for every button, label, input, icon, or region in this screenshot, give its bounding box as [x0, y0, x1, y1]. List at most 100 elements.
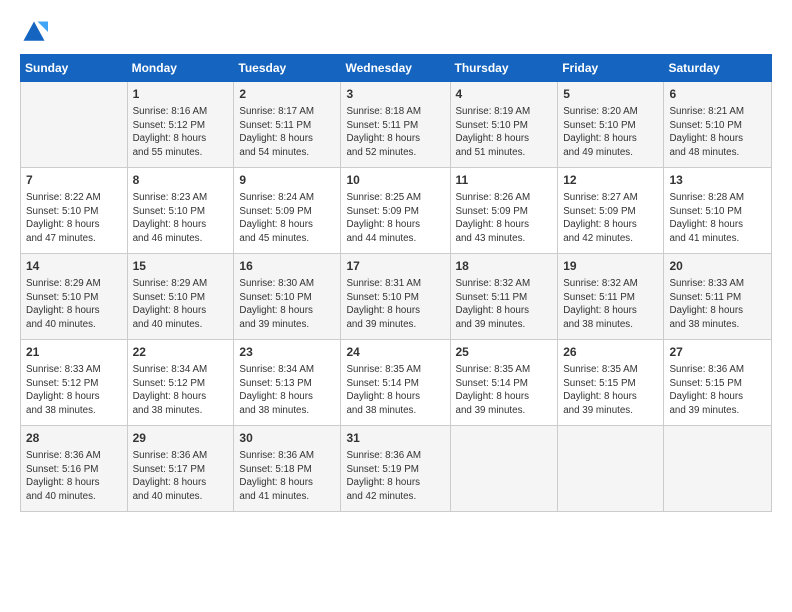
logo — [20, 18, 52, 46]
table-row: 16 Sunrise: 8:30 AMSunset: 5:10 PMDayligh… — [234, 254, 341, 340]
cell-content: Sunrise: 8:35 AMSunset: 5:14 PMDaylight:… — [456, 363, 553, 418]
table-row: 2 Sunrise: 8:17 AMSunset: 5:11 PMDaylight… — [234, 82, 341, 168]
day-number: 31 — [346, 430, 444, 447]
table-row: 29Sunrise: 8:36 AMSunset: 5:17 PMDayligh… — [127, 426, 234, 512]
page-container: SundayMondayTuesdayWednesdayThursdayFrid… — [0, 0, 792, 524]
table-row — [664, 426, 772, 512]
day-number: 30 — [239, 430, 335, 447]
table-row: 18Sunrise: 8:32 AMSunset: 5:11 PMDayligh… — [450, 254, 558, 340]
day-number: 26 — [563, 344, 658, 361]
table-row: 12 Sunrise: 8:27 AMSunset: 5:09 PMDayligh… — [558, 168, 664, 254]
day-number: 11 — [456, 172, 553, 189]
cell-content: Sunrise: 8:36 AMSunset: 5:18 PMDaylight:… — [239, 449, 335, 504]
table-row: 11 Sunrise: 8:26 AMSunset: 5:09 PMDayligh… — [450, 168, 558, 254]
table-row: 20 Sunrise: 8:33 AMSunset: 5:11 PMDayligh… — [664, 254, 772, 340]
table-row: 5 Sunrise: 8:20 AMSunset: 5:10 PMDaylight… — [558, 82, 664, 168]
day-number: 19 — [563, 258, 658, 275]
calendar-header: SundayMondayTuesdayWednesdayThursdayFrid… — [21, 55, 772, 82]
day-number: 18 — [456, 258, 553, 275]
header-day-thursday: Thursday — [450, 55, 558, 82]
table-row: 6 Sunrise: 8:21 AMSunset: 5:10 PMDaylight… — [664, 82, 772, 168]
day-number: 17 — [346, 258, 444, 275]
table-row: 22Sunrise: 8:34 AMSunset: 5:12 PMDayligh… — [127, 340, 234, 426]
day-number: 14 — [26, 258, 122, 275]
table-row: 9Sunrise: 8:24 AMSunset: 5:09 PMDaylight… — [234, 168, 341, 254]
cell-content: Sunrise: 8:29 AMSunset: 5:10 PMDaylight:… — [133, 277, 229, 332]
table-row: 24Sunrise: 8:35 AMSunset: 5:14 PMDayligh… — [341, 340, 450, 426]
cell-content: Sunrise: 8:23 AMSunset: 5:10 PMDaylight:… — [133, 191, 229, 246]
cell-content: Sunrise: 8:21 AMSunset: 5:10 PMDaylight:… — [669, 105, 766, 160]
header-day-sunday: Sunday — [21, 55, 128, 82]
day-number: 27 — [669, 344, 766, 361]
day-number: 3 — [346, 86, 444, 103]
table-row: 23Sunrise: 8:34 AMSunset: 5:13 PMDayligh… — [234, 340, 341, 426]
table-row: 8 Sunrise: 8:23 AMSunset: 5:10 PMDaylight… — [127, 168, 234, 254]
day-number: 22 — [133, 344, 229, 361]
cell-content: Sunrise: 8:29 AMSunset: 5:10 PMDaylight:… — [26, 277, 122, 332]
cell-content: Sunrise: 8:26 AMSunset: 5:09 PMDaylight:… — [456, 191, 553, 246]
day-number: 2 — [239, 86, 335, 103]
table-row: 13Sunrise: 8:28 AMSunset: 5:10 PMDayligh… — [664, 168, 772, 254]
day-number: 7 — [26, 172, 122, 189]
day-number: 4 — [456, 86, 553, 103]
day-number: 9 — [239, 172, 335, 189]
cell-content: Sunrise: 8:33 AMSunset: 5:11 PMDaylight:… — [669, 277, 766, 332]
table-row: 21 Sunrise: 8:33 AMSunset: 5:12 PMDayligh… — [21, 340, 128, 426]
cell-content: Sunrise: 8:36 AMSunset: 5:15 PMDaylight:… — [669, 363, 766, 418]
header-day-friday: Friday — [558, 55, 664, 82]
table-row: 4 Sunrise: 8:19 AMSunset: 5:10 PMDaylight… — [450, 82, 558, 168]
cell-content: Sunrise: 8:19 AMSunset: 5:10 PMDaylight:… — [456, 105, 553, 160]
table-row: 27 Sunrise: 8:36 AMSunset: 5:15 PMDayligh… — [664, 340, 772, 426]
cell-content: Sunrise: 8:31 AMSunset: 5:10 PMDaylight:… — [346, 277, 444, 332]
header-row: SundayMondayTuesdayWednesdayThursdayFrid… — [21, 55, 772, 82]
cell-content: Sunrise: 8:35 AMSunset: 5:15 PMDaylight:… — [563, 363, 658, 418]
day-number: 13 — [669, 172, 766, 189]
day-number: 28 — [26, 430, 122, 447]
table-row: 28Sunrise: 8:36 AMSunset: 5:16 PMDayligh… — [21, 426, 128, 512]
table-row: 17 Sunrise: 8:31 AMSunset: 5:10 PMDayligh… — [341, 254, 450, 340]
calendar-table: SundayMondayTuesdayWednesdayThursdayFrid… — [20, 54, 772, 512]
table-row: 7 Sunrise: 8:22 AMSunset: 5:10 PMDaylight… — [21, 168, 128, 254]
day-number: 16 — [239, 258, 335, 275]
day-number: 20 — [669, 258, 766, 275]
header-day-wednesday: Wednesday — [341, 55, 450, 82]
table-row: 1Sunrise: 8:16 AMSunset: 5:12 PMDaylight… — [127, 82, 234, 168]
cell-content: Sunrise: 8:25 AMSunset: 5:09 PMDaylight:… — [346, 191, 444, 246]
cell-content: Sunrise: 8:30 AMSunset: 5:10 PMDaylight:… — [239, 277, 335, 332]
day-number: 12 — [563, 172, 658, 189]
cell-content: Sunrise: 8:36 AMSunset: 5:19 PMDaylight:… — [346, 449, 444, 504]
table-row: 25Sunrise: 8:35 AMSunset: 5:14 PMDayligh… — [450, 340, 558, 426]
header-day-saturday: Saturday — [664, 55, 772, 82]
table-row: 3Sunrise: 8:18 AMSunset: 5:11 PMDaylight… — [341, 82, 450, 168]
week-row-4: 21 Sunrise: 8:33 AMSunset: 5:12 PMDayligh… — [21, 340, 772, 426]
week-row-3: 14 Sunrise: 8:29 AMSunset: 5:10 PMDayligh… — [21, 254, 772, 340]
week-row-2: 7 Sunrise: 8:22 AMSunset: 5:10 PMDaylight… — [21, 168, 772, 254]
table-row: 31 Sunrise: 8:36 AMSunset: 5:19 PMDayligh… — [341, 426, 450, 512]
cell-content: Sunrise: 8:22 AMSunset: 5:10 PMDaylight:… — [26, 191, 122, 246]
cell-content: Sunrise: 8:16 AMSunset: 5:12 PMDaylight:… — [133, 105, 229, 160]
day-number: 8 — [133, 172, 229, 189]
day-number: 29 — [133, 430, 229, 447]
cell-content: Sunrise: 8:34 AMSunset: 5:13 PMDaylight:… — [239, 363, 335, 418]
cell-content: Sunrise: 8:33 AMSunset: 5:12 PMDaylight:… — [26, 363, 122, 418]
week-row-5: 28Sunrise: 8:36 AMSunset: 5:16 PMDayligh… — [21, 426, 772, 512]
day-number: 6 — [669, 86, 766, 103]
calendar-body: 1Sunrise: 8:16 AMSunset: 5:12 PMDaylight… — [21, 82, 772, 512]
cell-content: Sunrise: 8:17 AMSunset: 5:11 PMDaylight:… — [239, 105, 335, 160]
table-row: 19 Sunrise: 8:32 AMSunset: 5:11 PMDayligh… — [558, 254, 664, 340]
cell-content: Sunrise: 8:32 AMSunset: 5:11 PMDaylight:… — [563, 277, 658, 332]
table-row — [21, 82, 128, 168]
table-row: 14 Sunrise: 8:29 AMSunset: 5:10 PMDayligh… — [21, 254, 128, 340]
header-day-tuesday: Tuesday — [234, 55, 341, 82]
cell-content: Sunrise: 8:27 AMSunset: 5:09 PMDaylight:… — [563, 191, 658, 246]
table-row — [450, 426, 558, 512]
table-row: 30 Sunrise: 8:36 AMSunset: 5:18 PMDayligh… — [234, 426, 341, 512]
cell-content: Sunrise: 8:20 AMSunset: 5:10 PMDaylight:… — [563, 105, 658, 160]
day-number: 21 — [26, 344, 122, 361]
header-day-monday: Monday — [127, 55, 234, 82]
day-number: 24 — [346, 344, 444, 361]
table-row: 15 Sunrise: 8:29 AMSunset: 5:10 PMDayligh… — [127, 254, 234, 340]
day-number: 15 — [133, 258, 229, 275]
day-number: 10 — [346, 172, 444, 189]
day-number: 5 — [563, 86, 658, 103]
